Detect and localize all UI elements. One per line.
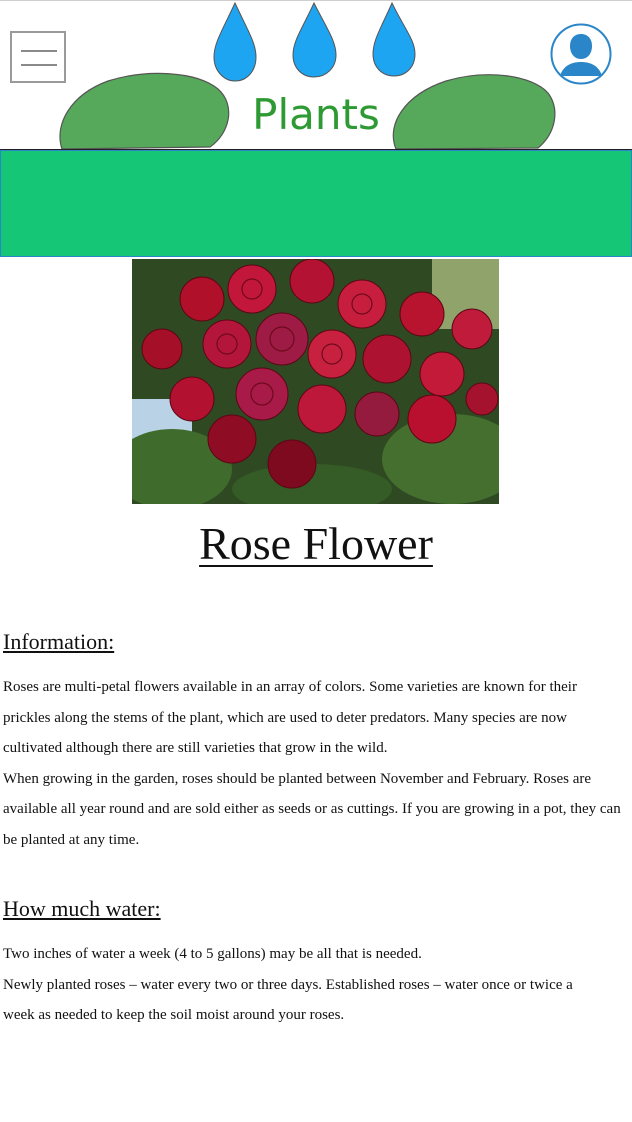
water-drop-icon: [213, 1, 257, 82]
site-header: Plants: [0, 0, 632, 151]
nav-bar: [0, 150, 632, 257]
text-line: Two inches of water a week (4 to 5 gallo…: [3, 946, 422, 962]
page-title: Rose Flower: [199, 518, 433, 569]
text-line: week as needed to keep the soil moist ar…: [3, 1007, 345, 1024]
text-line: prickles along the stems of the plant, w…: [3, 709, 567, 726]
site-title: Plants: [252, 90, 380, 139]
water-text: Two inches of water a week (4 to 5 gallo…: [3, 939, 632, 1031]
leaf-icon: [392, 74, 556, 150]
text-line: available all year round and are sold ei…: [3, 801, 621, 818]
water-drop-icon: [292, 1, 337, 78]
user-profile-icon[interactable]: [549, 22, 613, 86]
information-text: Roses are multi-petal flowers available …: [3, 672, 632, 856]
water-heading: How much water:: [3, 896, 161, 921]
text-line: When growing in the garden, roses should…: [3, 770, 592, 787]
information-heading: Information:: [3, 629, 115, 654]
text-line: Newly planted roses – water every two or…: [3, 976, 573, 993]
water-drop-icon: [372, 1, 416, 77]
text-line: cultivated although there are still vari…: [3, 740, 388, 757]
text-line: Roses are multi-petal flowers available …: [3, 679, 577, 695]
rose-flower-image: [132, 259, 499, 504]
text-line: be planted at any time.: [3, 831, 140, 848]
leaf-icon: [59, 72, 230, 150]
